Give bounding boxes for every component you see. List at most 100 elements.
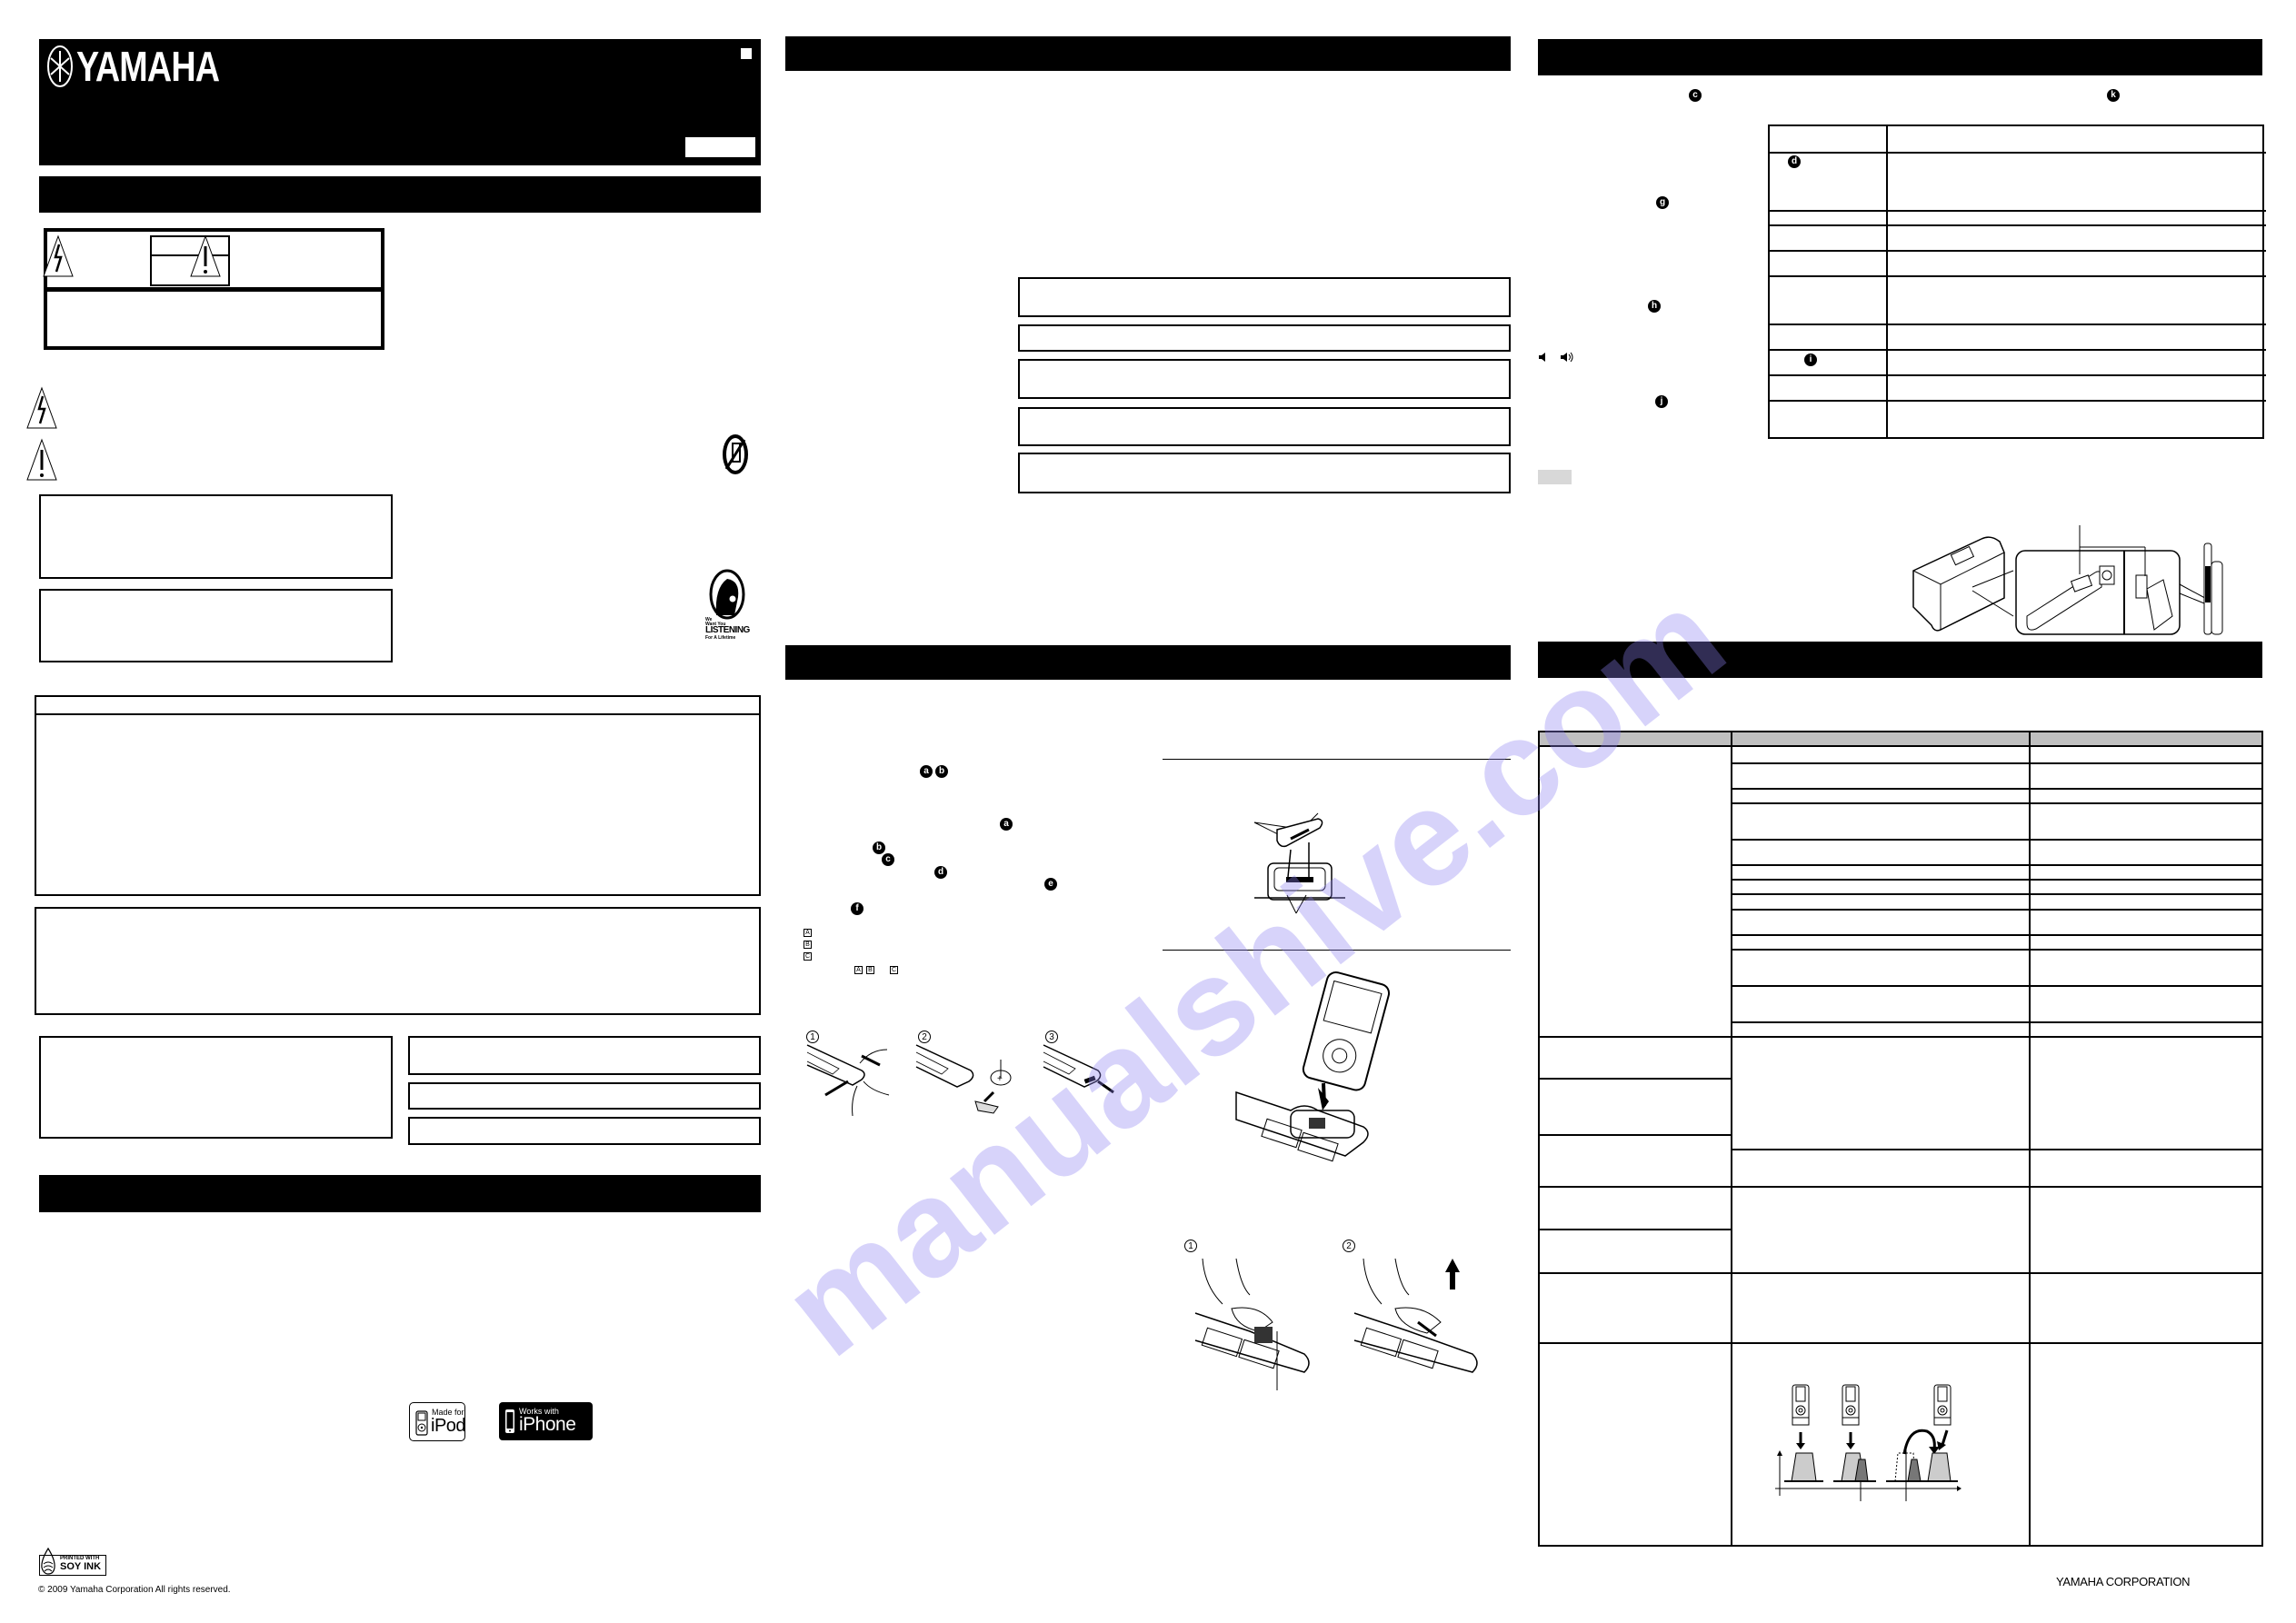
fcc-notice-box xyxy=(35,907,761,1015)
note-box-2 xyxy=(1018,324,1511,352)
table-row-divider xyxy=(1731,788,2263,790)
step-number: 3 xyxy=(1045,1031,1058,1043)
remove-adapter-step2-illustration xyxy=(1353,1258,1478,1373)
divider-line xyxy=(1163,759,1511,760)
badge-g: g xyxy=(1656,196,1669,209)
notice-box-4 xyxy=(408,1036,761,1075)
notice-box-2 xyxy=(39,589,393,662)
step-number: 2 xyxy=(918,1031,931,1043)
boxed-c: C xyxy=(804,952,812,961)
ipod-docking-illustration xyxy=(1235,971,1391,1162)
controls-table-frame xyxy=(1770,126,2264,439)
player-icon xyxy=(1792,1384,1810,1426)
remote-close-cover-illustration xyxy=(1043,1044,1114,1094)
electric-shock-warning-icon xyxy=(43,234,74,277)
ipod-logo-text-2: iPod xyxy=(431,1416,466,1436)
divider-line xyxy=(1163,950,1511,951)
remove-adapter-step1-illustration xyxy=(1194,1258,1310,1390)
boxed-a-inline: A xyxy=(854,966,863,974)
table-row-divider xyxy=(1731,864,2263,866)
badge-e: e xyxy=(1044,878,1057,891)
made-for-ipod-logo: Made for iPod xyxy=(409,1402,466,1441)
table-row-divider xyxy=(1540,1078,1731,1080)
table-header xyxy=(1540,732,2261,747)
step-number: 1 xyxy=(806,1031,819,1043)
svg-text:+: + xyxy=(997,1074,1003,1084)
table-row-divider xyxy=(1770,400,2266,402)
table-row-divider xyxy=(1770,152,2266,154)
listening-logo: We Want You LISTENING For A Lifetime xyxy=(700,569,762,642)
notice-box-5 xyxy=(408,1082,761,1110)
volume-down-icon xyxy=(1538,352,1549,365)
headphone-head-icon xyxy=(709,569,745,620)
table-row-divider xyxy=(1770,374,2266,376)
listening-text-4: For A Lifetime xyxy=(705,635,736,641)
exclamation-symbol-icon xyxy=(26,438,57,481)
table-row-divider xyxy=(1731,1149,2263,1150)
controls-table xyxy=(1768,124,2266,439)
table-row-divider xyxy=(1731,762,2263,764)
dock-adapter-illustration xyxy=(1253,812,1345,914)
table-col-divider xyxy=(1731,732,1732,1545)
iphone-logo-text-2: iPhone xyxy=(519,1414,576,1435)
note-label xyxy=(1538,470,1572,484)
table-row-divider xyxy=(1770,210,2266,212)
table-row-divider xyxy=(1731,879,2263,881)
notice-box-3 xyxy=(39,1036,393,1139)
ipod-icon xyxy=(415,1410,428,1436)
notice-box-6 xyxy=(408,1117,761,1145)
section-header-supplied xyxy=(39,1175,761,1212)
frequency-interference-diagram xyxy=(1775,1384,1962,1501)
section-header-setup xyxy=(785,645,1511,680)
table-row-divider xyxy=(1731,934,2263,936)
table-row-divider xyxy=(1540,1342,2263,1344)
works-with-iphone-logo: Works with iPhone xyxy=(499,1402,593,1440)
note-box-1 xyxy=(1018,277,1511,317)
notice-box-1 xyxy=(39,494,393,579)
boxed-b-inline: B xyxy=(866,966,874,974)
player-icon xyxy=(1842,1384,1860,1426)
badge-b: b xyxy=(935,765,948,778)
badge-k: k xyxy=(2107,89,2120,102)
soy-ink-logo: PRINTED WITH SOY INK xyxy=(39,1547,107,1576)
lightning-symbol-icon xyxy=(26,386,57,429)
yamaha-corporation-wordmark: YAMAHA CORPORATION xyxy=(2056,1575,2191,1588)
speaker-switch-illustration xyxy=(1912,525,2223,635)
language-marker xyxy=(741,48,752,59)
badge-a: a xyxy=(920,765,933,778)
boxed-a: A xyxy=(804,929,812,937)
important-safety-box xyxy=(35,695,761,896)
table-row-divider xyxy=(1731,1021,2263,1023)
badge-c: c xyxy=(1689,89,1702,102)
table-row-divider xyxy=(1731,802,2263,804)
table-row-divider xyxy=(1770,275,2266,277)
badge-h: h xyxy=(1648,300,1661,313)
cart-tip-warning-icon xyxy=(723,434,748,474)
remote-open-cover-illustration xyxy=(806,1044,890,1117)
copyright-text: © 2009 Yamaha Corporation All rights res… xyxy=(38,1585,231,1595)
section-header-safety xyxy=(39,176,761,213)
table-row-divider xyxy=(1540,1036,2263,1038)
badge-d: d xyxy=(934,866,947,879)
exclamation-warning-icon xyxy=(190,234,221,277)
table-row-divider xyxy=(1731,985,2263,987)
soy-ink-text-2: SOY INK xyxy=(60,1561,102,1572)
note-box-3 xyxy=(1018,359,1511,399)
table-row-divider xyxy=(1540,1272,2263,1274)
badge-b: b xyxy=(873,841,885,854)
brand-wordmark: YAMAHA xyxy=(76,43,220,90)
boxed-c-inline: C xyxy=(890,966,898,974)
badge-c: c xyxy=(882,853,894,866)
table-col-divider xyxy=(2029,732,2031,1545)
yamaha-tuning-fork-icon xyxy=(47,45,73,87)
badge-f: f xyxy=(851,902,863,915)
boxed-b: B xyxy=(804,941,812,949)
table-row-divider xyxy=(1540,1134,1731,1136)
table-row-divider xyxy=(1731,839,2263,841)
table-row-divider xyxy=(1540,1229,1731,1230)
model-label-box xyxy=(685,137,755,157)
table-row-divider xyxy=(1731,893,2263,895)
table-row-divider xyxy=(1770,324,2266,325)
note-box-4 xyxy=(1018,407,1511,446)
listening-text-3: LISTENING xyxy=(705,625,750,635)
